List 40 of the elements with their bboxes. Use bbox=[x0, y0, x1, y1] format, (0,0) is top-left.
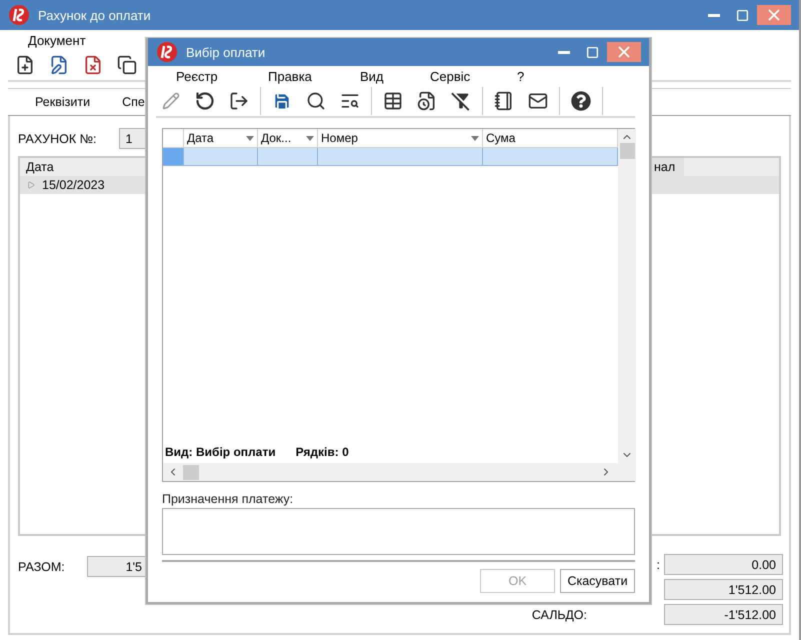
tab[interactable]: Спе bbox=[122, 95, 145, 109]
menu-item[interactable]: ? bbox=[517, 68, 537, 84]
purpose-field[interactable] bbox=[162, 508, 635, 555]
invoice-number-label: РАХУНОК №: bbox=[18, 132, 97, 146]
menu-item[interactable]: Вид bbox=[360, 68, 430, 84]
horizontal-scrollbar[interactable] bbox=[163, 463, 636, 481]
minimize-icon bbox=[708, 14, 720, 16]
dialog-title: Вибір оплати bbox=[186, 44, 266, 60]
dropdown-arrow-icon[interactable] bbox=[246, 136, 254, 140]
scrollbar-thumb[interactable] bbox=[183, 464, 199, 480]
minimize-icon bbox=[558, 50, 570, 54]
balance-label: : bbox=[656, 558, 660, 572]
column-header[interactable]: Док... bbox=[258, 129, 318, 147]
cancel-button[interactable]: Скасувати bbox=[560, 569, 635, 593]
menu-item[interactable]: Реєстр bbox=[176, 68, 268, 84]
menu-item[interactable]: Правка bbox=[268, 68, 360, 84]
column-header: Дата bbox=[25, 159, 55, 176]
dropdown-arrow-icon[interactable] bbox=[471, 136, 479, 140]
menu-item[interactable]: Документ bbox=[28, 32, 136, 48]
row-count: Рядків: 0 bbox=[296, 445, 349, 459]
scrollbar-thumb[interactable] bbox=[620, 143, 634, 159]
balance-field: -1'512.00 bbox=[664, 604, 783, 625]
purpose-label: Призначення платежу: bbox=[162, 492, 294, 506]
vertical-scrollbar[interactable] bbox=[618, 129, 636, 463]
view-status: Вид: Вибір оплати bbox=[165, 445, 276, 459]
column-header[interactable]: Номер bbox=[318, 129, 483, 147]
maximize-icon bbox=[736, 8, 748, 22]
balance-label: САЛЬДО: bbox=[532, 608, 587, 622]
logo-icon bbox=[8, 4, 30, 26]
table-cell: 15/02/2023 bbox=[42, 178, 105, 192]
tab[interactable]: Реквізити bbox=[35, 95, 90, 109]
balance-field: 0.00 bbox=[664, 554, 783, 575]
column-header[interactable]: Дата bbox=[184, 129, 258, 147]
maximize-icon bbox=[586, 46, 598, 58]
total-label: РАЗОМ: bbox=[18, 560, 65, 574]
window-title: Рахунок до оплати bbox=[38, 8, 152, 22]
menu-item[interactable]: Сервіс bbox=[430, 68, 517, 84]
dropdown-arrow-icon[interactable] bbox=[306, 136, 314, 140]
logo-icon bbox=[156, 41, 178, 63]
balance-field: 1'512.00 bbox=[664, 579, 783, 600]
